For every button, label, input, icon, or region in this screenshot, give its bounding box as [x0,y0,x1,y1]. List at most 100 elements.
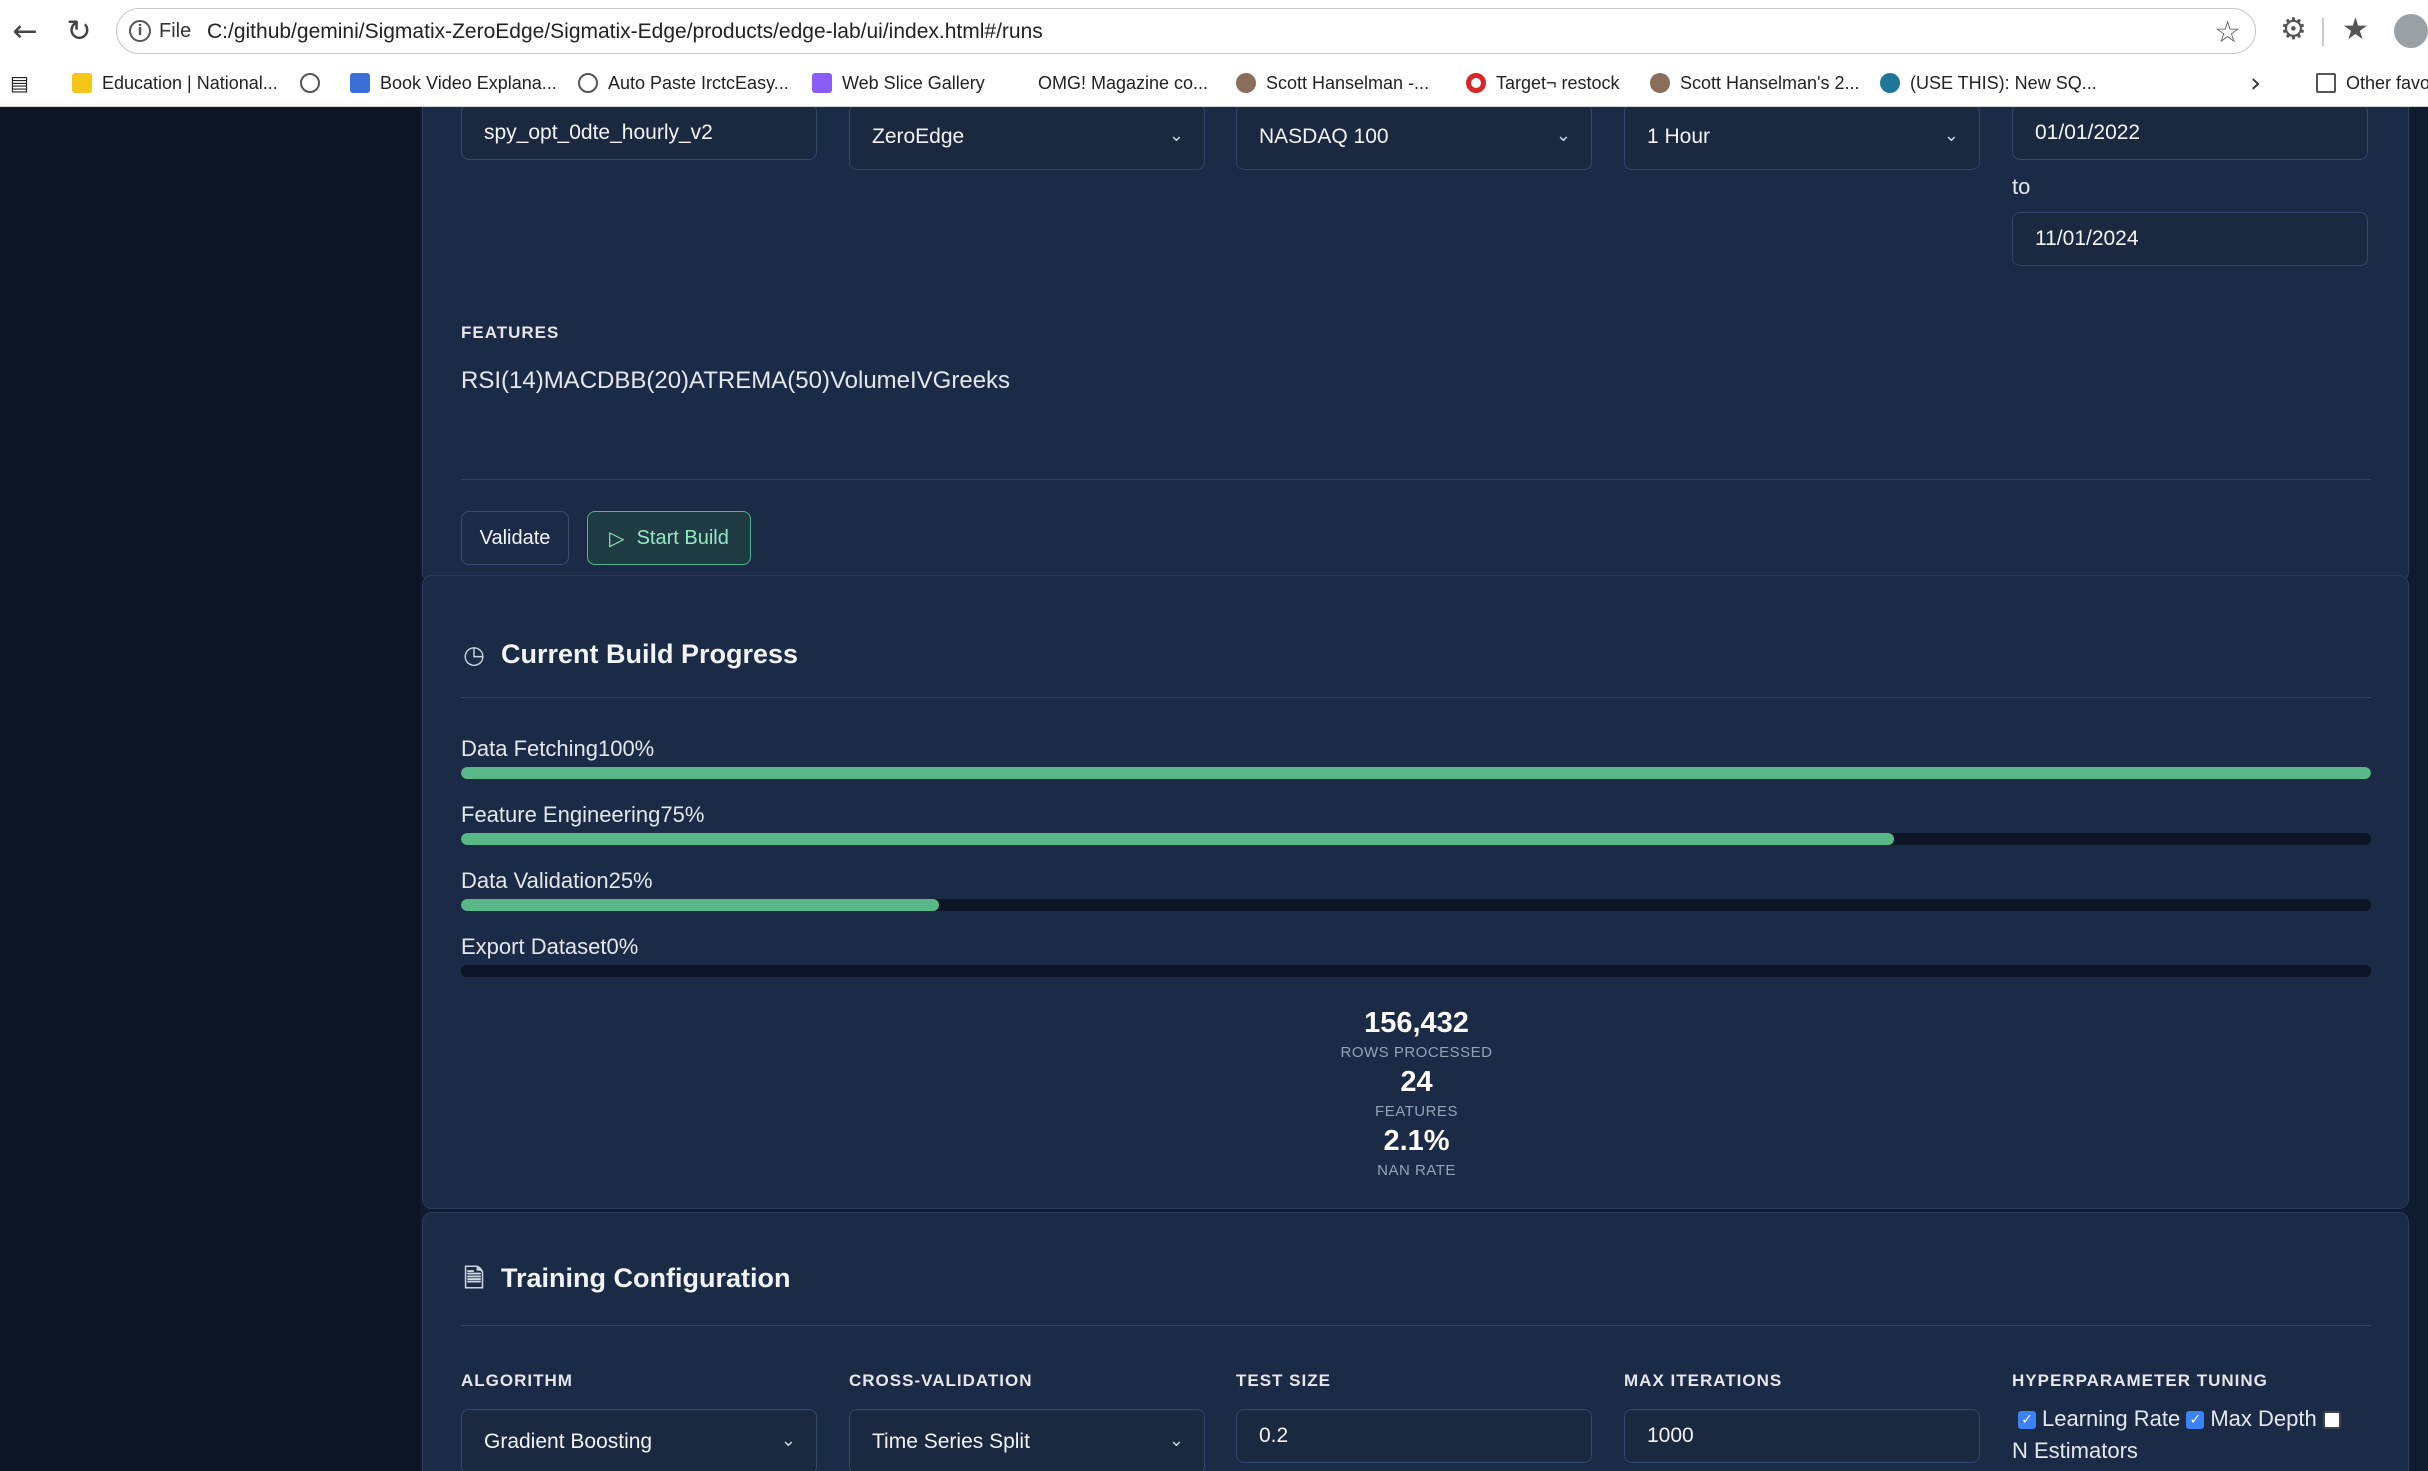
bookmark-item[interactable]: Education | National... [72,68,278,98]
max-iterations-input[interactable]: 1000 [1624,1409,1980,1463]
progress-step-name: Data Fetching [461,736,598,761]
progress-card-title: ◷ Current Build Progress [461,639,798,670]
bookmark-item[interactable]: Scott Hanselman -... [1236,68,1429,98]
progress-step-name: Data Validation [461,868,609,893]
clock-icon: ◷ [463,639,485,669]
document-icon: 🗎 [463,1263,485,1293]
stat-value: 156,432 [1364,1007,1469,1039]
features-list: RSI(14)MACDBB(20)ATREMA(50)VolumeIVGreek… [461,367,1011,394]
hp-options-row: ✓ Learning Rate ✓ Max Depth [2018,1406,2347,1432]
progress-step-label: Data Validation25% [461,868,653,894]
browser-chrome: ← ↻ i File C:/github/gemini/Sigmatix-Zer… [0,0,2428,107]
features-label: FEATURES [461,323,560,342]
progress-bar-track [461,965,2371,977]
bookmark-item[interactable]: Target¬ restock [1466,68,1620,98]
person-icon [1236,73,1256,93]
person-icon [1650,73,1670,93]
progress-bar-fill [461,767,2371,779]
progress-bar-fill [461,833,1894,845]
bookmark-item[interactable]: (USE THIS): New SQ... [1880,68,2097,98]
progress-step-label: Feature Engineering75% [461,802,704,828]
bookmark-item[interactable]: Web Slice Gallery [812,68,985,98]
max-depth-checkbox[interactable]: ✓ [2186,1411,2205,1430]
progress-step-percent: 75% [660,802,705,827]
extensions-icon[interactable]: ⚙ [2280,12,2307,47]
chevron-down-icon: ⌄ [1555,125,1571,146]
reading-list-icon[interactable]: ▤ [10,68,29,98]
progress-step-percent: 25% [608,868,653,893]
universe-select[interactable]: NASDAQ 100 ⌄ [1236,107,1592,170]
favorite-star-icon[interactable]: ☆ [2214,15,2241,50]
slice-icon [812,73,832,93]
interval-select[interactable]: 1 Hour ⌄ [1624,107,1980,170]
url-text[interactable]: C:/github/gemini/Sigmatix-ZeroEdge/Sigma… [207,20,1043,44]
progress-bar-track [461,899,2371,911]
stat-value: 2.1% [1383,1125,1450,1157]
folder-icon [2316,73,2336,93]
sailboat-icon [350,73,370,93]
bookmark-item[interactable]: Scott Hanselman's 2... [1650,68,1860,98]
stat-label: ROWS PROCESSED [1340,1044,1493,1061]
back-icon[interactable]: ← [8,14,42,49]
progress-bar-fill [461,899,939,911]
dataset-name-input[interactable]: spy_opt_0dte_hourly_v2 [461,107,817,160]
training-card-title: 🗎 Training Configuration [461,1263,791,1294]
progress-step-label: Export Dataset0% [461,934,638,960]
chevron-down-icon: ⌄ [1943,125,1959,146]
progress-step-name: Feature Engineering [461,802,661,827]
cross-validation-select[interactable]: Time Series Split ⌄ [849,1409,1205,1471]
file-label: File [159,20,192,42]
main-content: spy_opt_0dte_hourly_v2 ZeroEdge ⌄ NASDAQ … [420,107,2428,1471]
section-divider [461,697,2371,698]
progress-bar-track [461,833,2371,845]
progress-step-percent: 0% [606,934,639,959]
other-favorites-folder[interactable]: Other favo [2316,68,2428,98]
validate-button[interactable]: Validate [461,511,569,565]
bookmark-yellow-icon [72,73,92,93]
favorites-icon[interactable]: ★ [2342,12,2369,47]
section-divider [461,1325,2371,1326]
reload-icon[interactable]: ↻ [62,14,96,49]
algorithm-select[interactable]: Gradient Boosting ⌄ [461,1409,817,1471]
learning-rate-checkbox[interactable]: ✓ [2018,1411,2036,1430]
section-divider [461,479,2371,480]
training-config-card: 🗎 Training Configuration ALGORITHM Gradi… [422,1212,2409,1471]
date-from-input[interactable]: 01/01/2022 [2012,107,2368,160]
chevron-down-icon: ⌄ [1168,1430,1184,1451]
hyperparameter-tuning-label: HYPERPARAMETER TUNING [2012,1371,2268,1390]
progress-bar-track [461,767,2371,779]
progress-step-name: Export Dataset [461,934,607,959]
chevron-down-icon: ⌄ [780,1430,796,1451]
cross-validation-label: CROSS-VALIDATION [849,1371,1033,1390]
test-size-input[interactable]: 0.2 [1236,1409,1592,1463]
n-estimators-label: N Estimators [2012,1438,2138,1463]
address-bar[interactable]: i File C:/github/gemini/Sigmatix-ZeroEdg… [116,8,2256,54]
info-icon[interactable]: i [129,20,151,42]
target-icon [1466,73,1486,93]
algorithm-label: ALGORITHM [461,1371,573,1390]
build-progress-card: ◷ Current Build Progress Data Fetching10… [422,575,2409,1209]
globe-icon [578,73,598,93]
bookmark-item[interactable] [300,68,330,98]
play-icon: ▷ [609,526,625,550]
progress-step-percent: 100% [597,736,655,761]
date-range-to-label: to [2012,174,2031,199]
profile-avatar-icon[interactable] [2394,14,2428,48]
provider-select[interactable]: ZeroEdge ⌄ [849,107,1205,170]
chevron-right-icon[interactable]: › [2250,66,2261,99]
test-size-label: TEST SIZE [1236,1371,1331,1390]
stat-label: NAN RATE [1377,1162,1456,1179]
wordpress-icon [1880,73,1900,93]
address-row: ← ↻ i File C:/github/gemini/Sigmatix-Zer… [0,0,2428,62]
n-estimators-checkbox[interactable] [2322,1411,2341,1430]
bookmark-item[interactable]: OMG! Magazine co... [1038,68,1208,98]
date-to-input[interactable]: 11/01/2024 [2012,212,2368,266]
max-iterations-label: MAX ITERATIONS [1624,1371,1783,1390]
progress-step-label: Data Fetching100% [461,736,654,762]
sidebar [0,107,420,1471]
bookmark-item[interactable]: Auto Paste IrctcEasy... [578,68,789,98]
start-build-button[interactable]: ▷ Start Build [587,511,751,565]
bookmark-item[interactable]: Book Video Explana... [350,68,557,98]
globe-icon [300,73,320,93]
toolbar-divider [2322,18,2324,46]
